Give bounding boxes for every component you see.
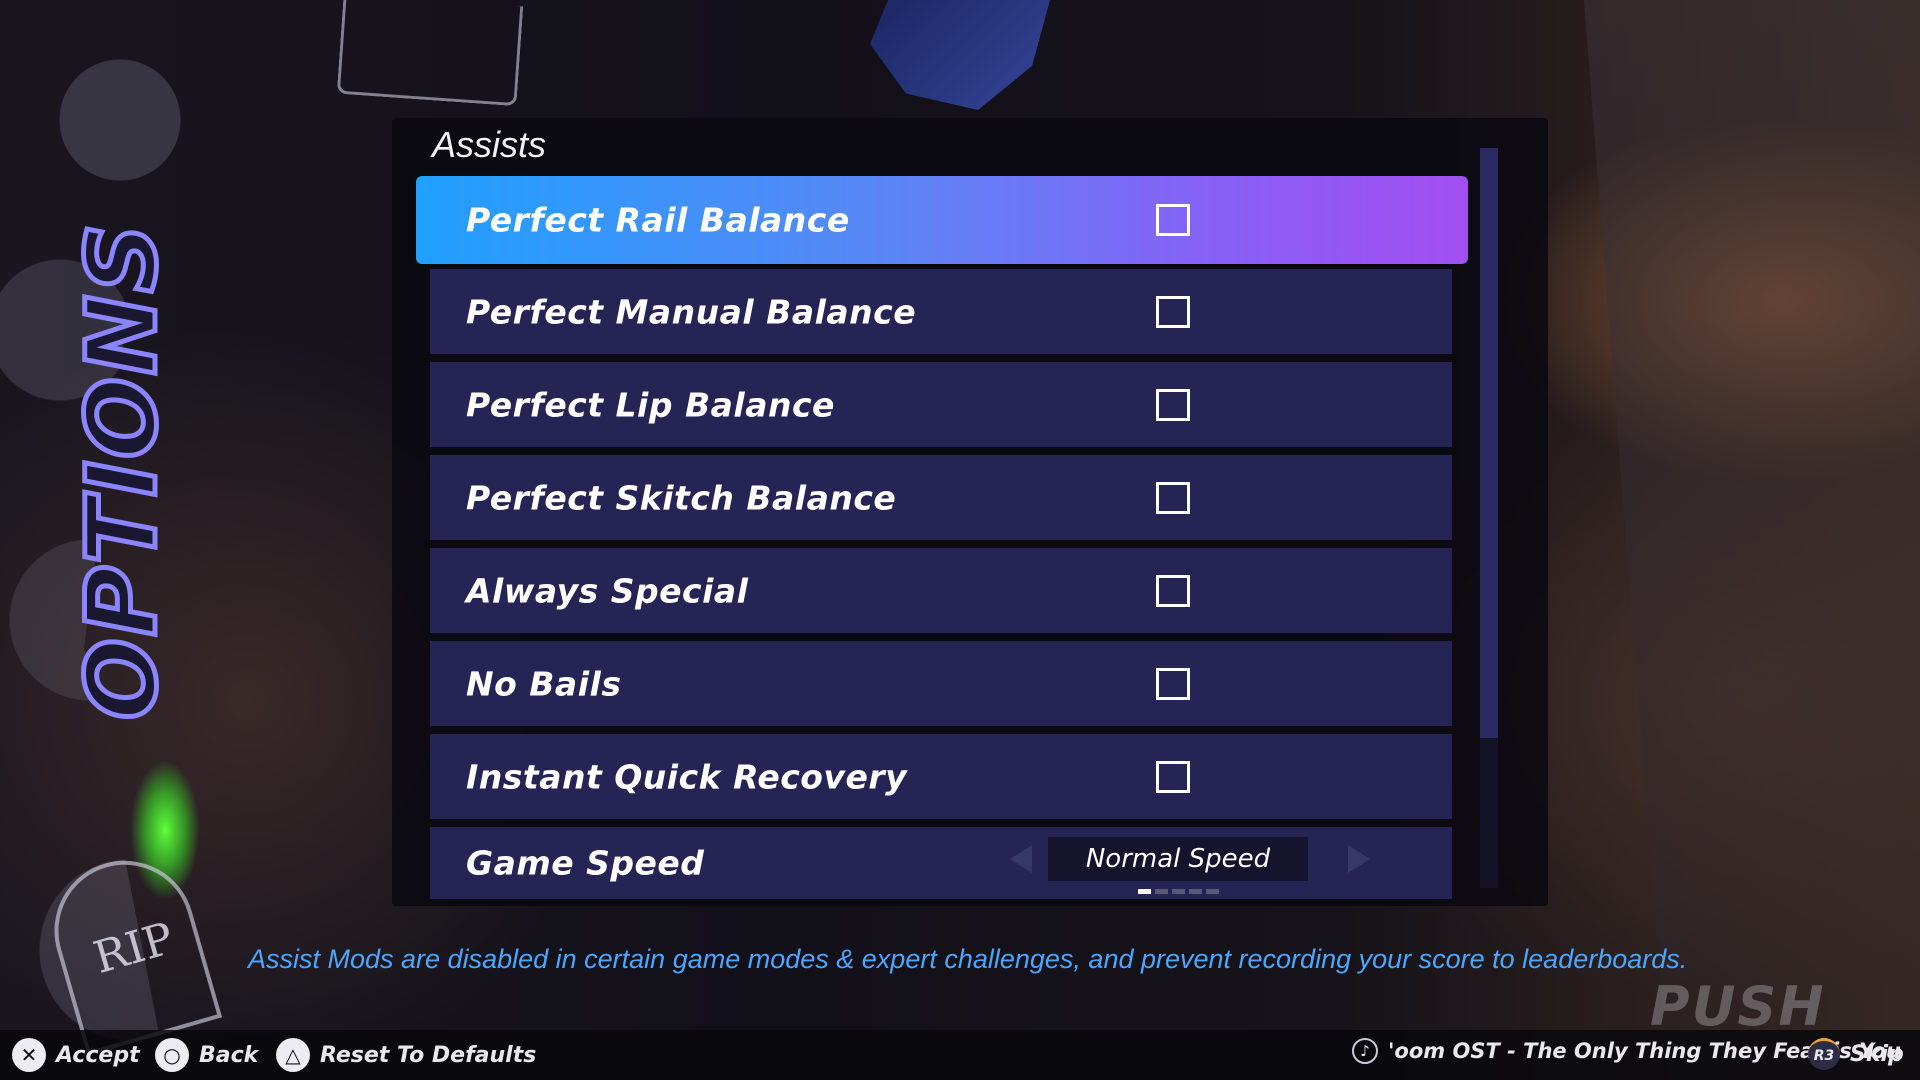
perfect-lip-balance-checkbox[interactable]: [1156, 388, 1190, 421]
perfect-skitch-balance-checkbox[interactable]: [1156, 481, 1190, 514]
assist-row-no-bails[interactable]: No Bails: [430, 641, 1452, 726]
accept-prompt[interactable]: ✕ Accept: [12, 1038, 140, 1072]
assist-row-always-special[interactable]: Always Special: [430, 548, 1452, 633]
page-indicator-dot: [1189, 889, 1202, 894]
assist-row-perfect-skitch-balance[interactable]: Perfect Skitch Balance: [430, 455, 1452, 540]
instant-quick-recovery-checkbox[interactable]: [1156, 760, 1190, 793]
tombstone-text: RIP: [88, 912, 180, 984]
no-bails-checkbox[interactable]: [1156, 667, 1190, 700]
scrollbar[interactable]: [1480, 148, 1498, 888]
push-watermark-logo: PUSH: [1650, 975, 1826, 1038]
always-special-checkbox[interactable]: [1156, 574, 1190, 607]
game-speed-value: Normal Speed: [1085, 844, 1271, 874]
assist-label: Game Speed: [466, 843, 705, 883]
page-indicator-dot: [1155, 889, 1168, 894]
cross-button-icon: ✕: [12, 1038, 46, 1072]
assist-mods-note: Assist Mods are disabled in certain game…: [248, 944, 1688, 974]
options-side-title: OPTIONS: [64, 219, 181, 722]
page-indicator-dot: [1172, 889, 1185, 894]
back-label: Back: [199, 1042, 259, 1068]
assist-row-perfect-lip-balance[interactable]: Perfect Lip Balance: [430, 362, 1452, 447]
reset-defaults-label: Reset To Defaults: [320, 1042, 537, 1068]
game-speed-value-box: Normal Speed: [1048, 837, 1308, 881]
assist-label: Perfect Lip Balance: [466, 385, 835, 424]
arrow-left-icon[interactable]: [1010, 845, 1032, 873]
music-note-icon: ♪: [1352, 1038, 1378, 1064]
assist-row-perfect-manual-balance[interactable]: Perfect Manual Balance: [430, 269, 1452, 354]
panel-title: Assists: [432, 124, 547, 165]
circle-button-icon: ○: [155, 1038, 189, 1072]
assists-list: Perfect Rail Balance Perfect Manual Bala…: [416, 176, 1468, 899]
triangle-button-icon: △: [276, 1038, 310, 1072]
assist-row-perfect-rail-balance[interactable]: Perfect Rail Balance: [416, 176, 1468, 264]
reset-defaults-prompt[interactable]: △ Reset To Defaults: [276, 1038, 536, 1072]
assist-label: Always Special: [466, 571, 749, 610]
perfect-rail-balance-checkbox[interactable]: [1156, 204, 1190, 236]
back-prompt[interactable]: ○ Back: [155, 1038, 258, 1072]
accept-label: Accept: [56, 1042, 140, 1068]
skip-label: Skip: [1850, 1041, 1904, 1067]
page-indicator-dot: [1138, 889, 1151, 894]
game-speed-selector[interactable]: Normal Speed: [1010, 837, 1370, 897]
assist-label: Instant Quick Recovery: [466, 757, 908, 796]
game-speed-page-indicator: [1138, 889, 1219, 894]
perfect-manual-balance-checkbox[interactable]: [1156, 295, 1190, 328]
assist-label: Perfect Manual Balance: [466, 292, 917, 331]
page-indicator-dot: [1206, 889, 1219, 894]
assist-label: Perfect Rail Balance: [466, 200, 850, 240]
assist-row-instant-quick-recovery[interactable]: Instant Quick Recovery: [430, 734, 1452, 819]
skip-track-prompt[interactable]: R3 Skip: [1808, 1038, 1904, 1070]
assist-row-game-speed[interactable]: Game Speed Normal Speed: [430, 827, 1452, 899]
mixtape-sticker: [336, 0, 524, 107]
r3-button-icon: R3: [1808, 1038, 1840, 1070]
assist-label: Perfect Skitch Balance: [466, 478, 897, 517]
assist-label: No Bails: [466, 664, 622, 703]
scrollbar-thumb[interactable]: [1480, 148, 1498, 738]
arrow-right-icon[interactable]: [1348, 845, 1370, 873]
